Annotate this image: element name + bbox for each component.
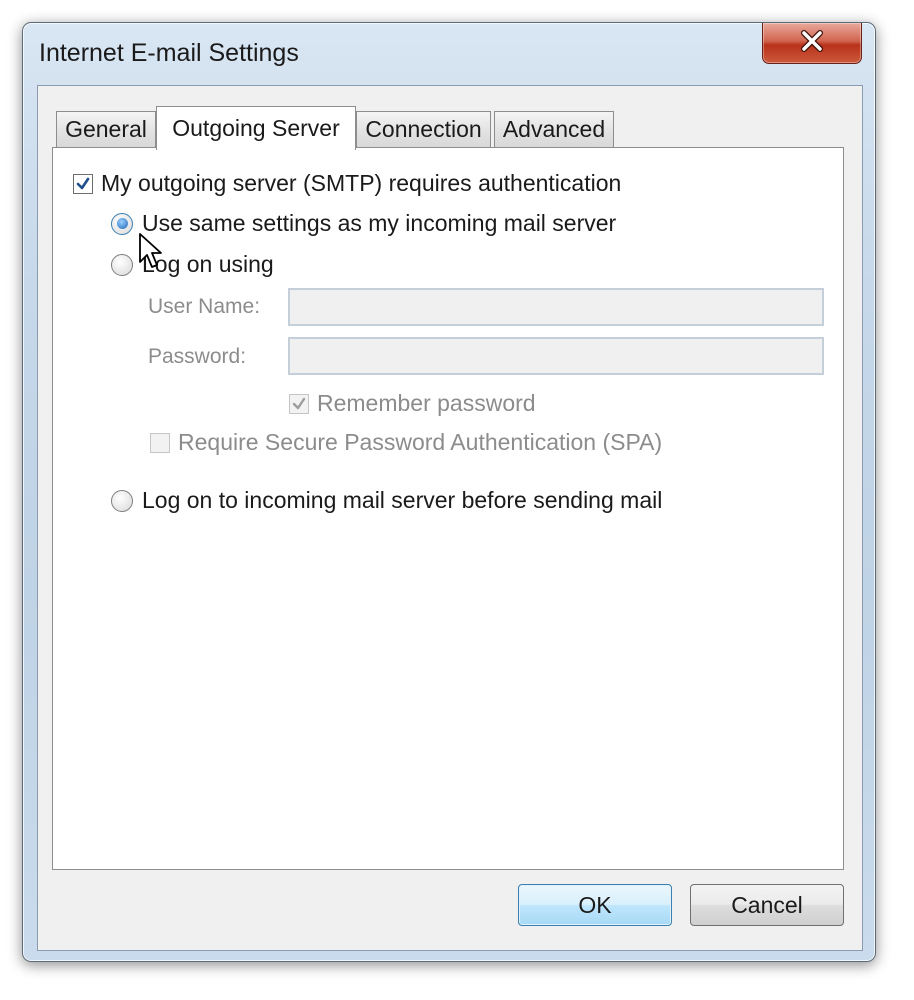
smtp-auth-option[interactable]: My outgoing server (SMTP) requires authe… — [73, 170, 621, 197]
log-on-using-option[interactable]: Log on using — [111, 251, 274, 278]
close-x-icon — [799, 29, 825, 57]
log-on-using-radio[interactable] — [111, 253, 133, 276]
log-on-incoming-option[interactable]: Log on to incoming mail server before se… — [111, 487, 662, 514]
user-name-label: User Name: — [148, 295, 261, 318]
smtp-auth-checkbox[interactable] — [73, 173, 93, 194]
ok-button[interactable]: OK — [518, 884, 672, 926]
password-row: Password: — [148, 345, 246, 369]
remember-password-option[interactable]: Remember password — [289, 390, 536, 417]
tab-outgoing-server[interactable]: Outgoing Server — [156, 106, 356, 150]
checkmark-icon — [76, 177, 90, 189]
tab-general[interactable]: General — [56, 111, 156, 147]
spa-label: Require Secure Password Authentication (… — [178, 429, 663, 455]
window-title: Internet E-mail Settings — [39, 39, 299, 67]
title-bar[interactable]: Internet E-mail Settings — [23, 23, 875, 85]
log-on-incoming-label: Log on to incoming mail server before se… — [142, 487, 663, 513]
tab-connection[interactable]: Connection — [356, 111, 491, 147]
dialog-window: Internet E-mail Settings General Outgoin… — [22, 22, 876, 962]
cancel-button[interactable]: Cancel — [690, 884, 844, 926]
smtp-auth-label: My outgoing server (SMTP) requires authe… — [101, 170, 622, 196]
same-settings-radio[interactable] — [111, 212, 133, 235]
tab-advanced[interactable]: Advanced — [494, 111, 614, 147]
remember-password-label: Remember password — [317, 390, 536, 416]
user-name-field[interactable] — [288, 288, 824, 326]
mouse-cursor-icon — [138, 232, 164, 277]
same-settings-label: Use same settings as my incoming mail se… — [142, 210, 617, 236]
password-field[interactable] — [288, 337, 824, 375]
remember-password-checkbox[interactable] — [289, 393, 309, 414]
close-button[interactable] — [762, 23, 862, 64]
log-on-incoming-radio[interactable] — [111, 489, 133, 512]
password-label: Password: — [148, 345, 247, 368]
user-name-row: User Name: — [148, 295, 260, 319]
radio-selected-dot — [116, 218, 128, 229]
dialog-client-area: General Outgoing Server Connection Advan… — [37, 85, 863, 951]
outgoing-server-panel: My outgoing server (SMTP) requires authe… — [52, 147, 844, 870]
spa-checkbox[interactable] — [150, 432, 170, 453]
spa-option[interactable]: Require Secure Password Authentication (… — [150, 429, 662, 456]
checkmark-icon — [292, 397, 306, 409]
same-settings-option[interactable]: Use same settings as my incoming mail se… — [111, 210, 616, 237]
